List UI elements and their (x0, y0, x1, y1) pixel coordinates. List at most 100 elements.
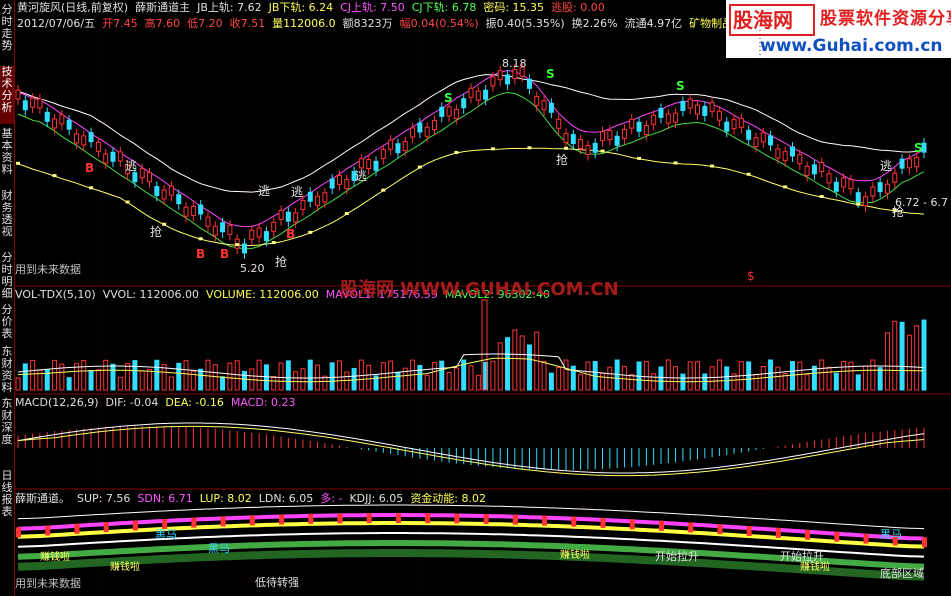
candle-body (37, 98, 43, 109)
volume-bar (300, 368, 306, 391)
high-price-label: 8.18 (502, 57, 527, 70)
xue-marker (249, 515, 255, 526)
candle-body (103, 153, 109, 164)
candle-body (242, 243, 247, 254)
volume-bar (205, 359, 211, 391)
xue-marker (746, 526, 752, 537)
volume-bar (125, 363, 131, 391)
candle-body (176, 194, 182, 205)
candle-body (263, 231, 269, 242)
grab-signal: 抢 (275, 254, 287, 269)
stock-chart-window: 分时走势 技术分析 基本资料 财务透视 分时明细 分价表 东财资料 东财深度 日… (0, 0, 951, 596)
escape-signal: 逃 (880, 159, 892, 173)
volume-bar (227, 362, 233, 391)
xue-marker (16, 527, 21, 538)
volume-header-item: VOLUME: 112006.00 (206, 288, 319, 301)
candle-body (483, 89, 489, 100)
volume-bar (234, 360, 240, 391)
candle-body (212, 225, 218, 236)
volume-bar (841, 360, 847, 391)
buy-signal: B (196, 247, 205, 261)
candle-body (271, 221, 277, 232)
volume-bar (95, 369, 101, 391)
candle-body (665, 113, 671, 124)
xue-header-item: 多: - (320, 492, 343, 505)
band-marker (308, 230, 313, 234)
band-marker (819, 194, 824, 198)
escape-signal: 逃 (291, 185, 303, 199)
xue-marker (74, 523, 80, 534)
band-marker (235, 243, 240, 247)
sdn-line (17, 513, 925, 541)
candle-body (607, 129, 613, 140)
candle-body (877, 182, 883, 193)
candle-body (811, 164, 817, 175)
candle-body (139, 168, 145, 179)
xue-marker (571, 516, 577, 527)
volume-bar (285, 360, 291, 391)
candle-body (380, 149, 386, 160)
volume-bar (556, 366, 562, 391)
macd-header-item: MACD(12,26,9) (15, 396, 99, 409)
grab-signal: 抢 (150, 224, 162, 239)
candle-body (636, 121, 642, 132)
candle-body (578, 138, 584, 149)
band-marker (637, 156, 642, 160)
candle-body (760, 132, 766, 143)
volume-bar (139, 370, 145, 391)
volume-bar (651, 373, 657, 391)
candle-body (95, 141, 101, 152)
volume-bar (914, 325, 920, 391)
candle-body (526, 78, 532, 89)
candle-body (658, 107, 664, 118)
volume-bar (621, 365, 627, 391)
volume-bar (695, 361, 700, 391)
volume-bar (110, 363, 116, 391)
candle-body (592, 142, 598, 153)
volume-bar (746, 361, 752, 391)
volume-bar (220, 376, 226, 391)
band-marker (198, 237, 203, 241)
volume-bar (855, 374, 861, 391)
candle-body (570, 134, 576, 145)
candle-body (198, 204, 204, 215)
band-marker (783, 185, 788, 189)
volume-bar (15, 377, 21, 391)
volume-bar (431, 362, 437, 391)
volume-bar (183, 360, 189, 391)
candle-body (738, 117, 744, 128)
candle-body (227, 224, 233, 235)
money-label: 赚钱啦 (560, 548, 590, 561)
candle-body (44, 111, 50, 122)
candle-body (446, 106, 452, 117)
candle-body (709, 101, 715, 112)
candle-body (716, 110, 722, 121)
candle-body (402, 141, 408, 152)
candle-body (621, 129, 627, 140)
band-marker (417, 165, 422, 169)
volume-bar (789, 361, 795, 391)
volume-bar (22, 363, 28, 391)
band-marker (89, 186, 94, 190)
xue-marker (454, 513, 460, 524)
xue-marker (717, 524, 723, 535)
candle-body (833, 181, 839, 192)
volume-bar (643, 361, 649, 391)
volume-bar (658, 366, 664, 391)
volume-bar (293, 371, 299, 391)
xue-marker (600, 517, 606, 528)
band-marker (710, 164, 715, 168)
volume-bar (30, 359, 36, 391)
volume-bar (132, 360, 138, 391)
buy-signal: B (286, 227, 295, 241)
candle-body (512, 69, 518, 80)
candle-body (789, 146, 795, 157)
low-price-label: 5.20 (240, 262, 265, 275)
black-horse-label: 黑马 (155, 528, 177, 541)
candle-body (431, 120, 437, 131)
volume-bar (519, 335, 525, 391)
volume-bar (52, 359, 58, 391)
band-marker (746, 172, 751, 176)
volume-bar (716, 359, 722, 391)
candle-body (629, 118, 635, 129)
